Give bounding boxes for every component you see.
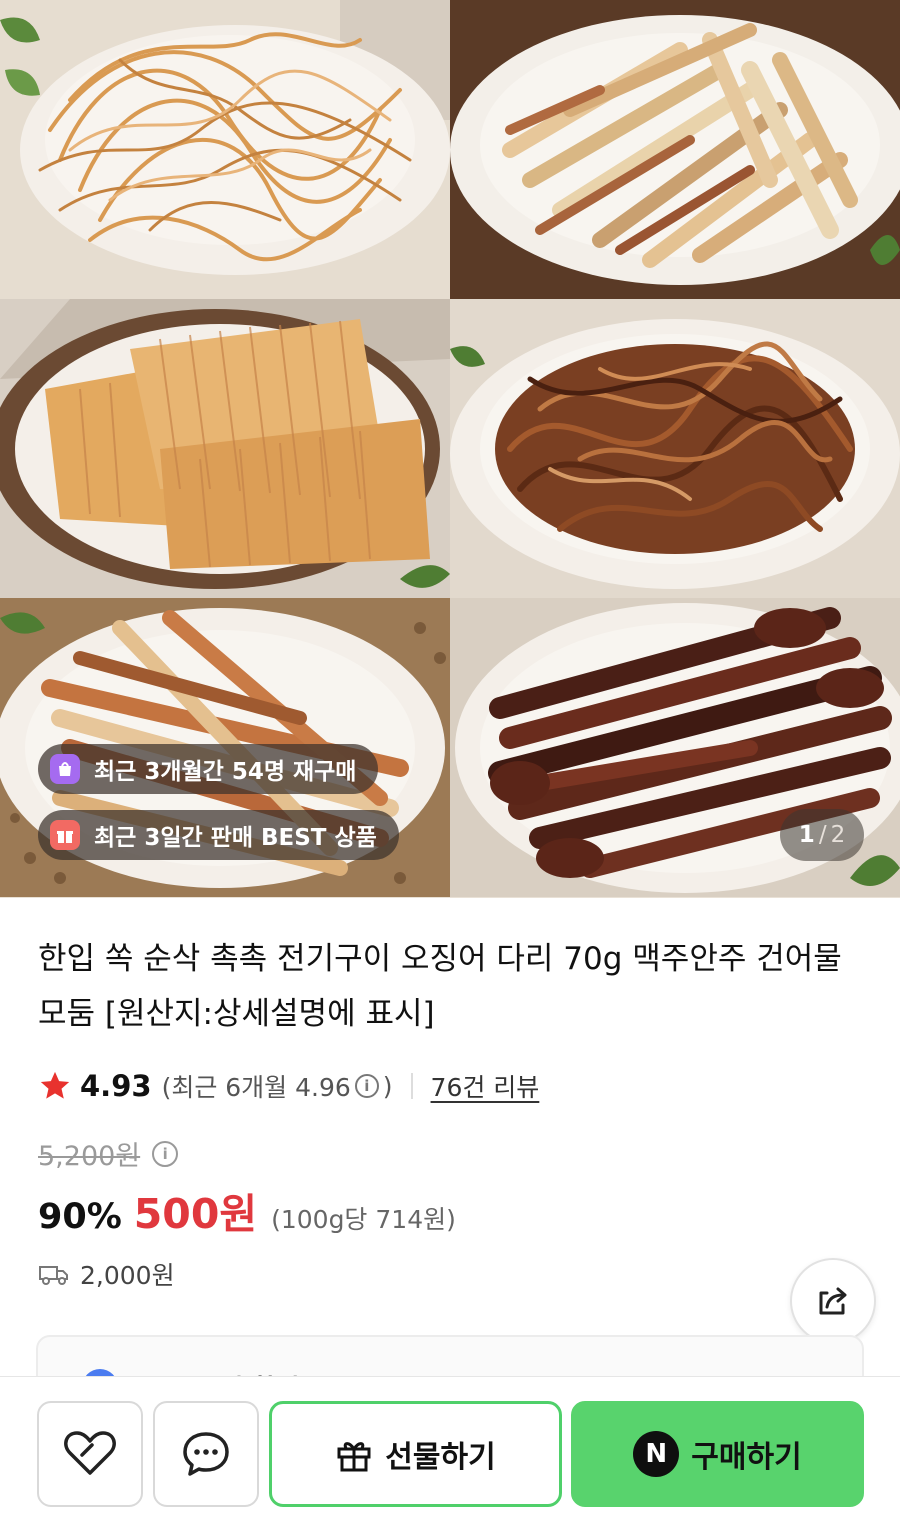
product-image-shredded-squid xyxy=(0,0,450,299)
recent-rating-close: ) xyxy=(382,1071,393,1101)
pager-total: 2 xyxy=(830,822,846,848)
best-seller-badge-text: 최근 3일간 판매 BEST 상품 xyxy=(94,825,377,851)
gift-icon xyxy=(337,1442,371,1472)
pager-separator: / xyxy=(818,822,827,848)
gift-box-icon xyxy=(50,820,80,850)
original-price: 5,200원 xyxy=(38,1141,141,1172)
sale-price: 500원 xyxy=(133,1190,258,1238)
recent-rating-text: (최근 6개월 4.96 xyxy=(161,1073,351,1102)
discount-rate: 90% xyxy=(38,1197,122,1237)
gift-button-label: 선물하기 xyxy=(385,1440,496,1475)
pager-current: 1 xyxy=(798,822,815,848)
share-button[interactable] xyxy=(790,1258,876,1344)
chat-bubble-icon xyxy=(183,1432,229,1476)
gift-button[interactable]: 선물하기 xyxy=(269,1401,562,1507)
truck-icon xyxy=(39,1266,68,1285)
rating-row: 4.93 (최근 6개월 4.96 i ) 76건 리뷰 xyxy=(38,1062,539,1110)
share-icon xyxy=(819,1287,847,1315)
review-count-link[interactable]: 76건 리뷰 xyxy=(431,1068,540,1104)
star-icon xyxy=(40,1071,70,1099)
buy-button[interactable]: N 구매하기 xyxy=(571,1401,864,1507)
shipping-row: 2,000원 xyxy=(38,1256,175,1292)
price-info-icon[interactable]: i xyxy=(152,1140,179,1167)
product-image-carousel[interactable]: 최근 3개월간 54명 재구매 최근 3일간 판매 BEST 상품 1 / 2 xyxy=(0,0,900,898)
image-pager: 1 / 2 xyxy=(780,809,864,861)
talk-button[interactable] xyxy=(153,1401,259,1507)
shopping-bag-icon xyxy=(50,754,80,784)
product-image-squid-sticks xyxy=(450,0,900,299)
repurchase-badge: 최근 3개월간 54명 재구매 xyxy=(38,744,379,794)
heart-icon xyxy=(64,1431,116,1475)
product-title: 한입 쏙 순삭 촉촉 전기구이 오징어 다리 70g 맥주안주 건어물 모둠 [… xyxy=(38,941,842,1032)
bottom-action-bar: 선물하기 N 구매하기 xyxy=(0,1376,900,1530)
buy-button-label: 구매하기 xyxy=(691,1440,802,1475)
product-image-seasoned-squid-strands xyxy=(450,299,900,598)
like-button[interactable] xyxy=(37,1401,143,1507)
repurchase-badge-text: 최근 3개월간 54명 재구매 xyxy=(94,759,357,785)
price-row: 90% 500원 (100g당 714원) xyxy=(38,1180,456,1240)
recent-rating: (최근 6개월 4.96 i ) xyxy=(162,1068,393,1104)
rating-value: 4.93 xyxy=(80,1069,152,1103)
info-icon[interactable]: i xyxy=(354,1074,379,1098)
best-seller-badge: 최근 3일간 판매 BEST 상품 xyxy=(38,810,399,860)
unit-price: (100g당 714원) xyxy=(271,1205,456,1234)
product-image-grilled-squid-sheets xyxy=(0,299,450,598)
naver-n-icon: N xyxy=(633,1431,680,1477)
shipping-fee: 2,000원 xyxy=(80,1261,175,1290)
original-price-row: 5,200원 i xyxy=(38,1134,182,1173)
divider xyxy=(410,1073,413,1099)
